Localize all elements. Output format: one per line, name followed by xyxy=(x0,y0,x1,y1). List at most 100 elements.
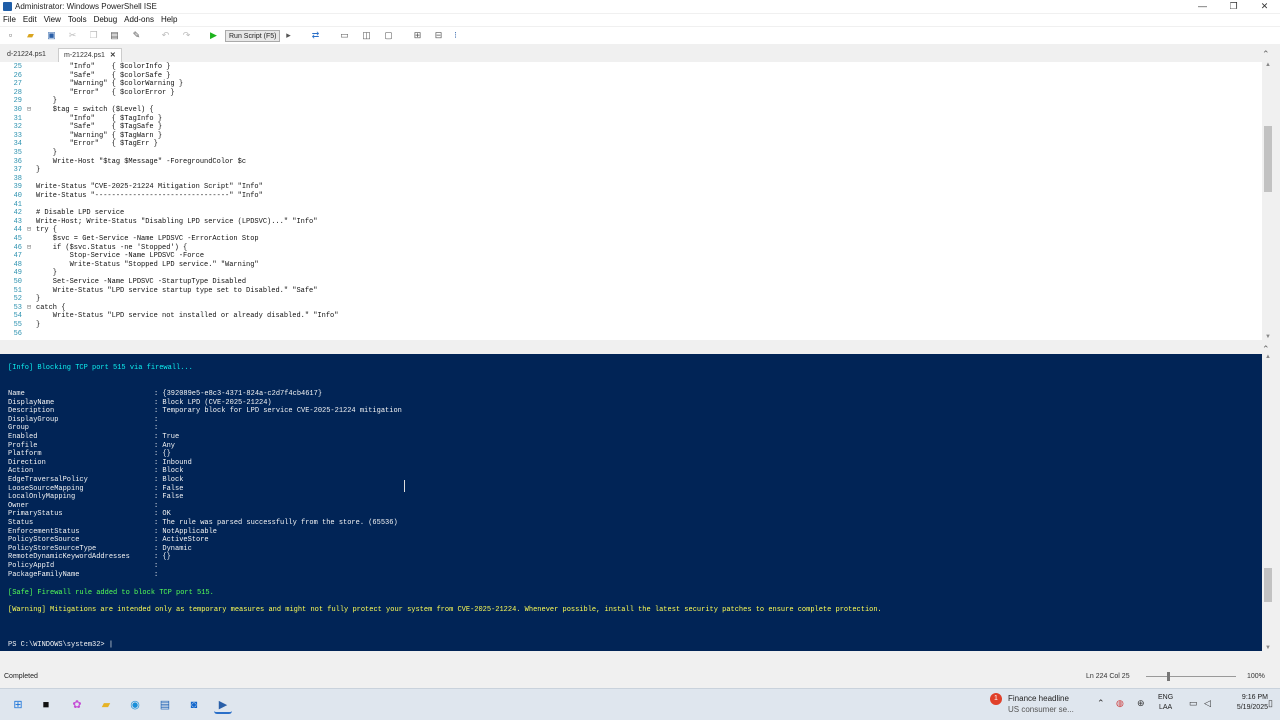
line-number: 56 xyxy=(13,329,22,338)
console-pane[interactable]: [Info] Blocking TCP port 515 via firewal… xyxy=(0,354,1262,651)
property-value: : xyxy=(154,415,159,424)
property-value: : Temporary block for LPD service CVE-20… xyxy=(154,407,402,416)
maximize-button[interactable]: ❐ xyxy=(1218,0,1249,13)
paste-icon[interactable]: ▤ xyxy=(108,29,121,42)
tray-app-icon[interactable]: ◍ xyxy=(1116,698,1124,709)
console-prompt[interactable]: PS C:\WINDOWS\system32> | xyxy=(8,641,113,650)
open-folder-icon[interactable]: ▰ xyxy=(24,29,37,42)
new-file-icon[interactable]: ▫ xyxy=(4,29,17,42)
code-text: } xyxy=(36,166,41,175)
console-safe-line: [Safe] Firewall rule added to block TCP … xyxy=(8,589,214,597)
language-code: ENG xyxy=(1158,694,1174,701)
menu-file[interactable]: File xyxy=(0,14,20,26)
save-icon[interactable]: ▣ xyxy=(45,29,58,42)
property-value: : Block xyxy=(154,467,184,476)
cut-icon[interactable]: ✂ xyxy=(66,29,79,42)
addons-icon[interactable]: ⊟ xyxy=(432,29,445,42)
script-tabs: d-21224.ps1 m-21224.ps1 ✕ ⌃ xyxy=(0,48,1280,62)
menu-addons[interactable]: Add-ons xyxy=(121,14,158,26)
minimize-button[interactable]: — xyxy=(1187,0,1218,13)
property-row: PackageFamilyName: xyxy=(8,571,158,580)
pane-splitter[interactable]: ⌃ xyxy=(0,344,1280,354)
property-value: : Any xyxy=(154,441,176,450)
input-language[interactable]: ENG LAA xyxy=(1158,693,1173,713)
tab-label: m-21224.ps1 xyxy=(64,52,105,59)
run-icon[interactable]: ▶ xyxy=(207,29,220,42)
copilot-icon[interactable]: ✿ xyxy=(68,696,86,714)
menu-view[interactable]: View xyxy=(41,14,65,26)
undo-icon[interactable]: ↶ xyxy=(159,29,172,42)
property-value: : True xyxy=(154,433,180,441)
new-remote-tab-icon[interactable]: ⇄ xyxy=(309,29,322,42)
code-text: } xyxy=(36,295,41,304)
close-button[interactable]: ✕ xyxy=(1249,0,1280,13)
menu-bar: File Edit View Tools Debug Add-ons Help xyxy=(0,14,1280,26)
property-value: : xyxy=(154,570,159,579)
menu-tools[interactable]: Tools xyxy=(65,14,91,26)
menu-debug[interactable]: Debug xyxy=(91,14,122,26)
store-icon[interactable]: ▤ xyxy=(156,696,174,714)
console-scrollbar[interactable]: ▲ ▼ xyxy=(1262,354,1274,651)
run-selection-icon[interactable]: ▸ xyxy=(282,29,295,42)
menu-help[interactable]: Help xyxy=(158,14,181,26)
edge-icon[interactable]: ◉ xyxy=(126,696,144,714)
zoom-slider-handle[interactable] xyxy=(1167,672,1170,681)
show-script-top-icon[interactable]: ▭ xyxy=(338,29,351,42)
outlook-icon[interactable]: ◙ xyxy=(185,696,203,714)
code-text: # Disable LPD service xyxy=(36,209,125,218)
property-value: : False xyxy=(154,484,184,493)
tray-network-icon[interactable]: ⊕ xyxy=(1137,698,1145,709)
editor-scrollbar[interactable]: ▲ ▼ xyxy=(1262,62,1274,340)
code-text: Write-Status "--------------------------… xyxy=(36,192,263,200)
news-subtitle: US consumer se... xyxy=(1008,705,1074,714)
menu-edit[interactable]: Edit xyxy=(20,14,41,26)
tab-d-21224[interactable]: d-21224.ps1 xyxy=(2,48,51,62)
close-tab-icon[interactable]: ✕ xyxy=(110,52,116,59)
property-value: : {} xyxy=(154,450,171,459)
keyboard-layout: LAA xyxy=(1158,704,1173,711)
copy-icon[interactable]: ❐ xyxy=(87,29,100,42)
code-text: "Warning" { $colorWarning } xyxy=(36,80,184,89)
notification-icon[interactable]: ▯ xyxy=(1268,698,1273,709)
code-text: catch { xyxy=(36,303,66,312)
system-clock[interactable]: 9:16 PM 5/19/2025 xyxy=(1222,693,1268,713)
scroll-down-icon[interactable]: ▼ xyxy=(1262,645,1274,651)
powershell-app-icon xyxy=(3,2,12,11)
property-value: : xyxy=(154,501,159,510)
scroll-down-icon[interactable]: ▼ xyxy=(1262,334,1274,340)
code-text: try { xyxy=(36,226,58,235)
code-text: Set-Service -Name LPDSVC -StartupType Di… xyxy=(36,278,247,286)
code-text: Write-Status "LPD service startup type s… xyxy=(36,286,318,295)
tab-m-21224[interactable]: m-21224.ps1 ✕ xyxy=(58,48,122,62)
code-line: 56 xyxy=(0,330,36,339)
script-editor[interactable]: 25 "Info" { $colorInfo } 26 "Safe" { $col… xyxy=(0,62,1262,340)
tab-label: d-21224.ps1 xyxy=(7,51,46,58)
console-info-line: [Info] Blocking TCP port 515 via firewal… xyxy=(8,364,193,372)
start-icon[interactable]: ⊞ xyxy=(9,696,27,714)
property-value: : False xyxy=(154,493,184,502)
collapse-pane-icon[interactable]: ⌃ xyxy=(1262,49,1270,60)
redo-icon[interactable]: ↷ xyxy=(180,29,193,42)
console-scroll-thumb[interactable] xyxy=(1264,568,1272,602)
volume-icon[interactable]: ◁ xyxy=(1204,698,1211,709)
show-script-max-icon[interactable]: ▢ xyxy=(382,29,395,42)
tray-chevron-icon[interactable]: ⌃ xyxy=(1097,698,1105,709)
run-script-tooltip: Run Script (F5) xyxy=(225,30,281,42)
clear-console-icon[interactable]: ✎ xyxy=(130,29,143,42)
scroll-up-icon[interactable]: ▲ xyxy=(1262,354,1274,360)
show-script-right-icon[interactable]: ◫ xyxy=(360,29,373,42)
file-explorer-icon[interactable]: ▰ xyxy=(97,696,115,714)
zoom-slider[interactable] xyxy=(1146,676,1236,677)
code-text: "Warning" { $TagWarn } xyxy=(36,131,163,140)
task-view-icon[interactable]: ■ xyxy=(37,696,55,714)
wifi-icon[interactable]: ▭ xyxy=(1189,698,1198,709)
code-line: 54 Write-Status "LPD service not install… xyxy=(0,312,339,321)
commands-icon[interactable]: ⊞ xyxy=(411,29,424,42)
property-value: : {} xyxy=(154,553,171,562)
toolbar-overflow-icon[interactable]: ⁝ xyxy=(449,29,462,42)
editor-scroll-thumb[interactable] xyxy=(1264,126,1272,192)
news-widget[interactable]: Finance headline US consumer se... xyxy=(1008,693,1074,715)
scroll-up-icon[interactable]: ▲ xyxy=(1262,62,1274,68)
zoom-level: 100% xyxy=(1247,673,1265,680)
powershell-ise-icon[interactable]: ▶ xyxy=(214,696,232,714)
